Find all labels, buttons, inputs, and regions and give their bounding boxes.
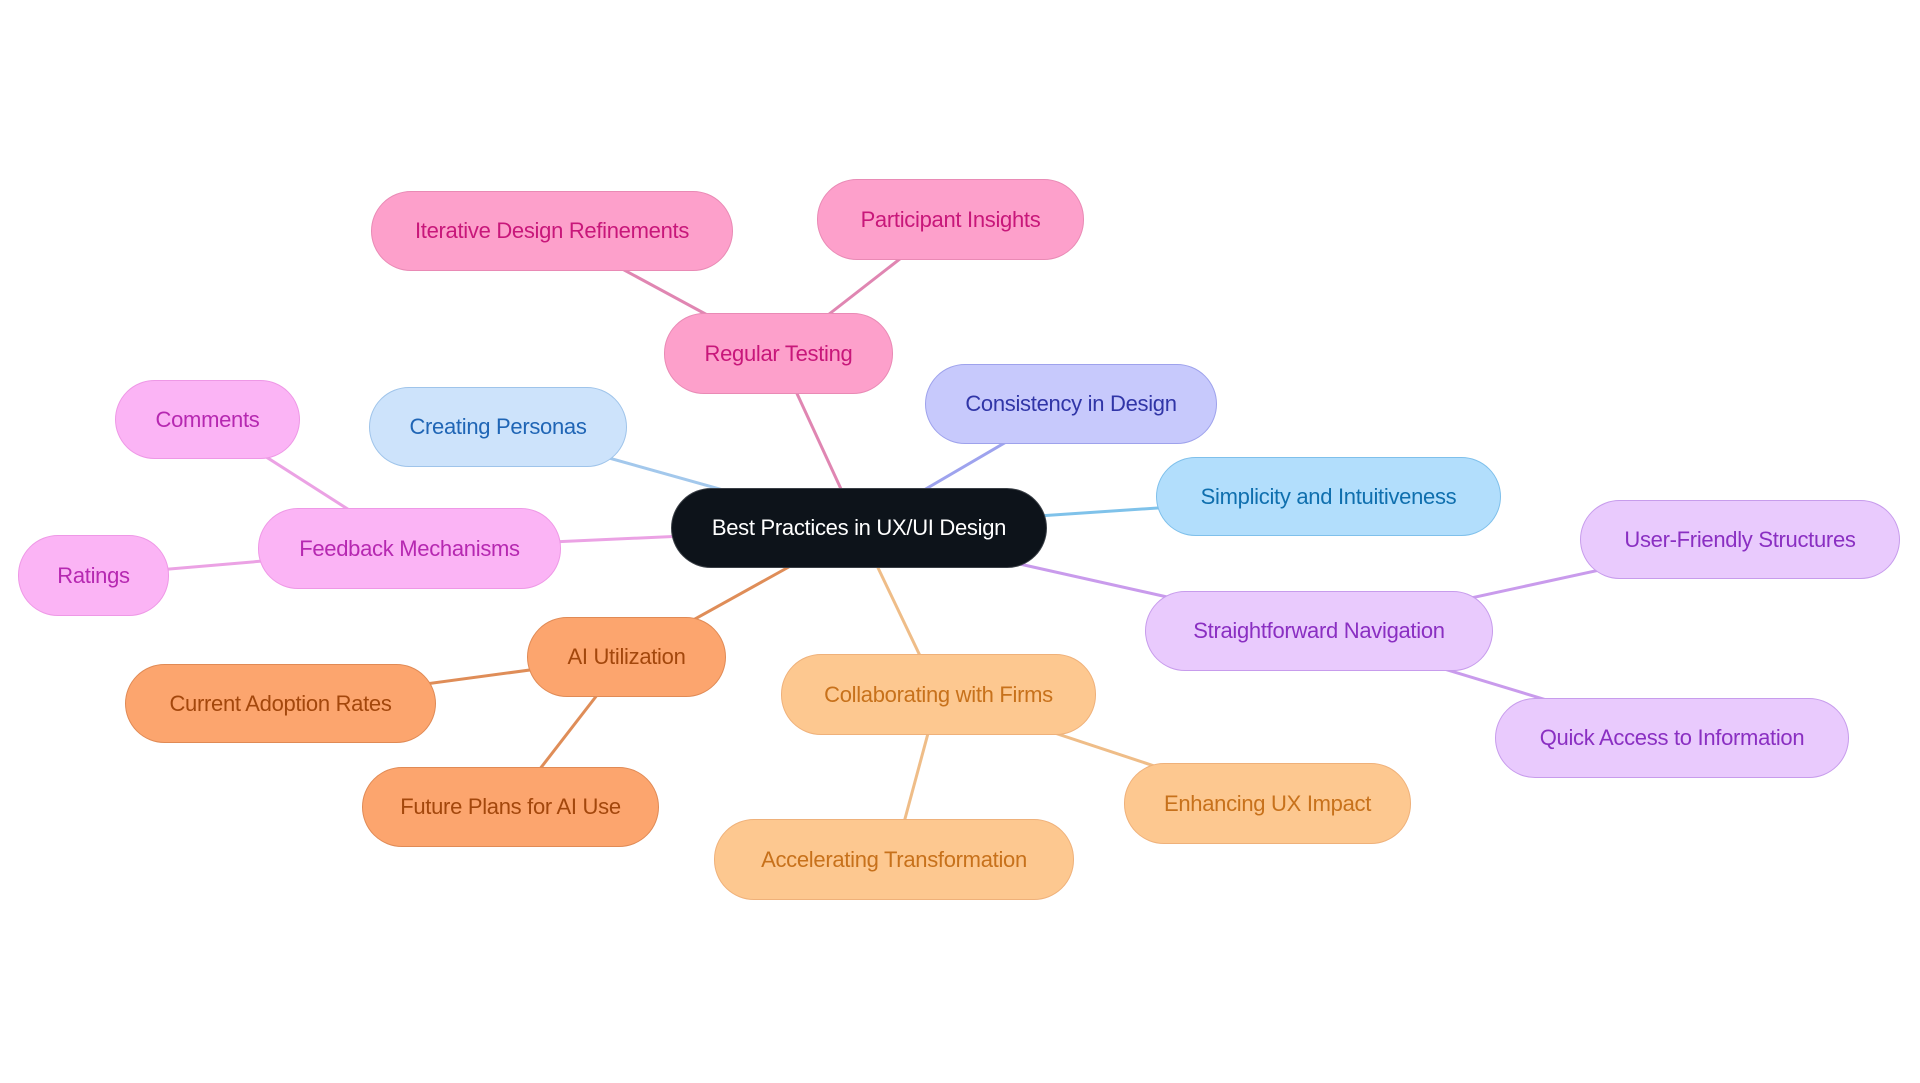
node-label: Participant Insights [860,206,1041,232]
node-iterative-design-refinements[interactable]: Iterative Design Refinements [371,191,733,271]
node-label: Accelerating Transformation [761,846,1027,872]
node-label: Straightforward Navigation [1193,618,1445,643]
node-straightforward-navigation[interactable]: Straightforward Navigation [1145,591,1493,671]
node-label: Quick Access to Information [1539,725,1805,750]
node-label: Consistency in Design [965,391,1177,416]
node-label: Feedback Mechanisms [299,535,520,561]
node-current-adoption-rates[interactable]: Current Adoption Rates [125,664,436,743]
node-collaborating-with-firms[interactable]: Collaborating with Firms [781,654,1096,735]
node-ratings[interactable]: Ratings [18,535,169,616]
node-root[interactable]: Best Practices in UX/UI Design [671,488,1047,568]
node-label: Creating Personas [409,414,587,439]
node-label: Enhancing UX Impact [1163,790,1372,816]
node-future-plans-for-ai-use[interactable]: Future Plans for AI Use [362,767,659,847]
node-simplicity-and-intuitiveness[interactable]: Simplicity and Intuitiveness [1156,457,1501,536]
node-label: Comments [155,406,260,432]
node-label: Current Adoption Rates [169,690,392,716]
node-quick-access-to-information[interactable]: Quick Access to Information [1495,698,1849,778]
node-feedback-mechanisms[interactable]: Feedback Mechanisms [258,508,561,589]
node-creating-personas[interactable]: Creating Personas [369,387,627,467]
node-user-friendly-structures[interactable]: User-Friendly Structures [1580,500,1900,579]
node-enhancing-ux-impact[interactable]: Enhancing UX Impact [1124,763,1411,844]
node-label: Best Practices in UX/UI Design [711,515,1007,540]
node-regular-testing[interactable]: Regular Testing [664,313,893,394]
node-participant-insights[interactable]: Participant Insights [817,179,1084,260]
mindmap-canvas: Best Practices in UX/UI Design Regular T… [0,0,1920,1083]
node-label: Collaborating with Firms [824,681,1053,707]
node-consistency-in-design[interactable]: Consistency in Design [925,364,1217,444]
node-label: Ratings [57,562,130,588]
node-comments[interactable]: Comments [115,380,300,459]
node-label: Simplicity and Intuitiveness [1200,483,1457,509]
node-label: Regular Testing [704,340,853,366]
node-ai-utilization[interactable]: AI Utilization [527,617,726,697]
node-label: Future Plans for AI Use [400,794,621,819]
node-label: User-Friendly Structures [1624,526,1856,552]
node-label: Iterative Design Refinements [414,218,690,243]
node-label: AI Utilization [567,644,686,669]
node-accelerating-transformation[interactable]: Accelerating Transformation [714,819,1074,900]
